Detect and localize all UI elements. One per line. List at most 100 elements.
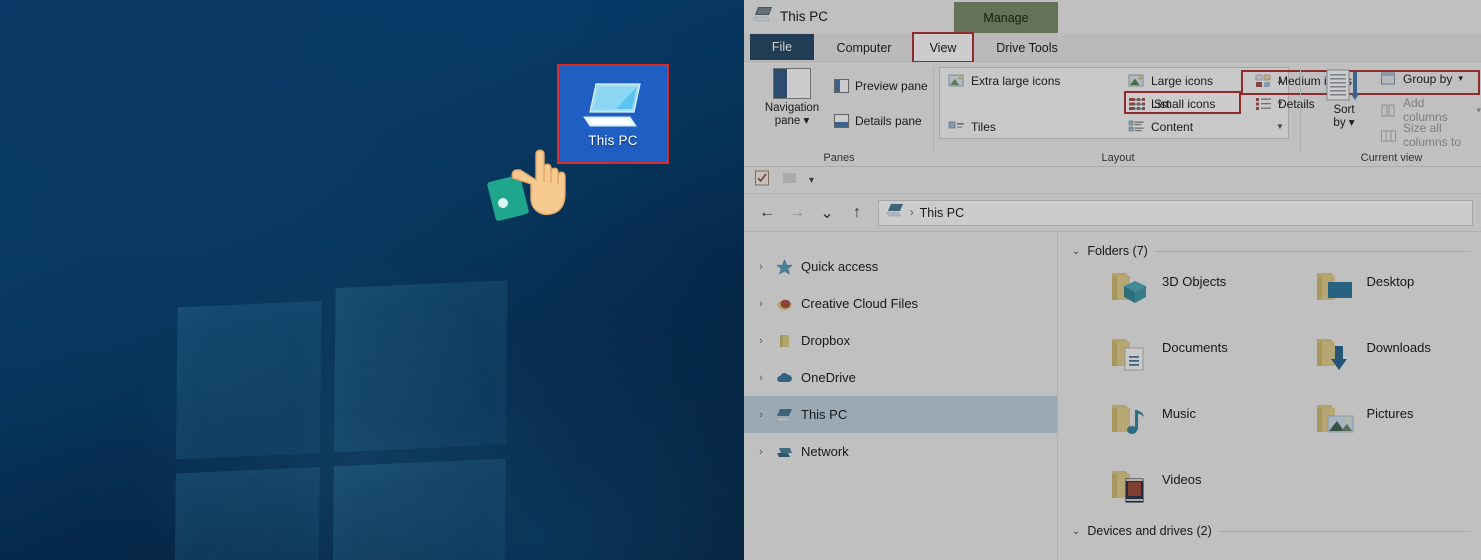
customize-toolbar-dropdown-icon[interactable]: ▾: [809, 175, 814, 186]
sidebar-label: Quick access: [801, 259, 879, 274]
group-by-button[interactable]: Group by ▾: [1380, 71, 1463, 86]
layout-list-label: List: [1151, 96, 1170, 111]
sidebar-item-quick-access[interactable]: › Quick access: [744, 248, 1057, 285]
group-label-current-view: Current view: [1360, 152, 1423, 164]
folder-3d-objects-icon: [1108, 268, 1152, 308]
chevron-right-icon[interactable]: ›: [754, 409, 768, 421]
gallery-more-icon[interactable]: ▼: [1273, 115, 1287, 138]
layout-tiles[interactable]: Tiles: [948, 119, 996, 134]
tab-computer[interactable]: Computer: [824, 33, 904, 62]
navigation-pane-button[interactable]: Navigation pane ▾: [758, 68, 826, 148]
tab-file[interactable]: File: [750, 34, 814, 60]
file-item-videos[interactable]: Videos: [1072, 460, 1277, 516]
creative-cloud-icon: [776, 296, 793, 312]
details-pane-button[interactable]: Details pane: [834, 114, 922, 128]
quick-access-toolbar[interactable]: ▾: [744, 167, 1481, 194]
this-pc-icon-label: This PC: [588, 132, 638, 148]
recent-locations-button[interactable]: ⌄: [812, 199, 842, 227]
file-explorer-window[interactable]: This PC Manage File Computer View Drive …: [744, 0, 1481, 560]
sidebar-item-network[interactable]: › Network: [744, 433, 1057, 470]
file-item-documents[interactable]: Documents: [1072, 328, 1277, 384]
gallery-scroll-down-icon[interactable]: ▼: [1273, 92, 1287, 115]
tab-drive-tools[interactable]: Drive Tools: [982, 33, 1072, 62]
group-by-label: Group by: [1403, 71, 1453, 86]
back-button[interactable]: ←: [752, 199, 782, 227]
sidebar-item-onedrive[interactable]: › OneDrive: [744, 359, 1057, 396]
layout-gallery[interactable]: Extra large icons Small icons Tiles Larg…: [939, 67, 1480, 139]
windows-desktop[interactable]: This PC: [0, 0, 744, 560]
network-icon: [776, 444, 793, 460]
navigation-pane-label-1: Navigation: [764, 102, 820, 114]
chevron-down-icon[interactable]: ⌄: [1072, 526, 1080, 537]
chevron-right-icon[interactable]: ›: [754, 298, 768, 310]
large-icons-icon: [1128, 73, 1145, 88]
sidebar-item-this-pc[interactable]: › This PC: [744, 396, 1057, 433]
folder-downloads-icon: [1313, 334, 1357, 374]
group-header-folders[interactable]: ⌄ Folders (7): [1072, 244, 1481, 258]
title-bar: This PC Manage: [744, 0, 1481, 33]
file-item-music[interactable]: Music: [1072, 394, 1277, 450]
layout-large-icons-label: Large icons: [1151, 73, 1214, 88]
chevron-right-icon[interactable]: ›: [754, 261, 768, 273]
sidebar-label: Dropbox: [801, 333, 851, 348]
preview-pane-icon: [834, 79, 849, 93]
sort-by-label-1: Sort: [1333, 104, 1355, 116]
layout-extra-large-icons-label: Extra large icons: [971, 73, 1061, 88]
breadcrumb[interactable]: › This PC: [878, 199, 1473, 226]
preview-pane-label: Preview pane: [855, 79, 928, 93]
add-columns-button[interactable]: Add columns ▾: [1380, 96, 1481, 124]
add-columns-label: Add columns: [1403, 96, 1448, 124]
layout-large-icons[interactable]: Large icons: [1128, 73, 1213, 88]
size-all-columns-label: Size all columns to: [1403, 121, 1462, 149]
chevron-down-icon[interactable]: ⌄: [1072, 246, 1080, 257]
chevron-right-icon[interactable]: ›: [754, 446, 768, 458]
size-all-columns-button[interactable]: Size all columns to: [1380, 121, 1481, 149]
breadcrumb-path[interactable]: This PC: [920, 206, 964, 220]
layout-list[interactable]: List: [1128, 96, 1170, 111]
file-name: Desktop: [1366, 274, 1415, 289]
up-button[interactable]: ↑: [842, 199, 872, 227]
tab-view[interactable]: View: [912, 32, 974, 63]
layout-tiles-label: Tiles: [971, 119, 996, 134]
file-item-desktop[interactable]: Desktop: [1277, 262, 1481, 318]
file-name: Downloads: [1366, 340, 1431, 355]
file-item-3d-objects[interactable]: 3D Objects: [1072, 262, 1277, 318]
add-columns-icon: [1380, 103, 1397, 118]
address-bar: ← → ⌄ ↑ › This PC: [744, 194, 1481, 232]
folder-music-icon: [1108, 400, 1152, 440]
group-header-devices-and-drives[interactable]: ⌄ Devices and drives (2): [1072, 524, 1481, 538]
folder-desktop-icon: [1313, 268, 1357, 308]
this-pc-icon: [753, 6, 773, 27]
file-item-pictures[interactable]: Pictures: [1277, 394, 1481, 450]
gallery-scroll-up-icon[interactable]: ▲: [1273, 69, 1287, 92]
file-name: Videos: [1162, 472, 1202, 487]
navigation-pane[interactable]: › Quick access › Creative Cloud Files ›: [744, 232, 1058, 560]
ribbon-group-current-view: Sort by ▾ Group by ▾ Add columns ▾ Size …: [1302, 62, 1481, 167]
sort-by-label-2: by: [1333, 117, 1346, 129]
group-title: Devices and drives (2): [1087, 524, 1212, 538]
layout-content[interactable]: Content: [1128, 119, 1193, 134]
ribbon-group-layout: Extra large icons Small icons Tiles Larg…: [935, 62, 1480, 167]
manage-contextual-tab[interactable]: Manage: [954, 2, 1058, 33]
properties-icon[interactable]: [754, 169, 770, 191]
new-folder-icon[interactable]: [782, 170, 797, 190]
file-item-downloads[interactable]: Downloads: [1277, 328, 1481, 384]
group-label-layout: Layout: [1101, 152, 1135, 164]
details-pane-label: Details pane: [855, 114, 922, 128]
chevron-right-icon[interactable]: ›: [754, 335, 768, 347]
preview-pane-button[interactable]: Preview pane: [834, 79, 928, 93]
onedrive-icon: [776, 370, 793, 386]
sidebar-item-creative-cloud-files[interactable]: › Creative Cloud Files: [744, 285, 1057, 322]
medium-icons-icon: [1255, 73, 1272, 88]
sidebar-label: Creative Cloud Files: [801, 296, 919, 311]
sidebar-item-dropbox[interactable]: › Dropbox: [744, 322, 1057, 359]
forward-button[interactable]: →: [782, 199, 812, 227]
content-icon: [1128, 119, 1145, 134]
group-title: Folders (7): [1087, 244, 1148, 258]
file-name: Music: [1162, 406, 1196, 421]
chevron-right-icon[interactable]: ›: [754, 372, 768, 384]
layout-extra-large-icons[interactable]: Extra large icons: [948, 73, 1060, 88]
sort-by-button[interactable]: Sort by ▾: [1316, 68, 1372, 148]
file-list-pane[interactable]: ⌄ Folders (7) 3D Objects Desktop Documen…: [1058, 232, 1481, 560]
size-all-columns-icon: [1380, 128, 1397, 143]
